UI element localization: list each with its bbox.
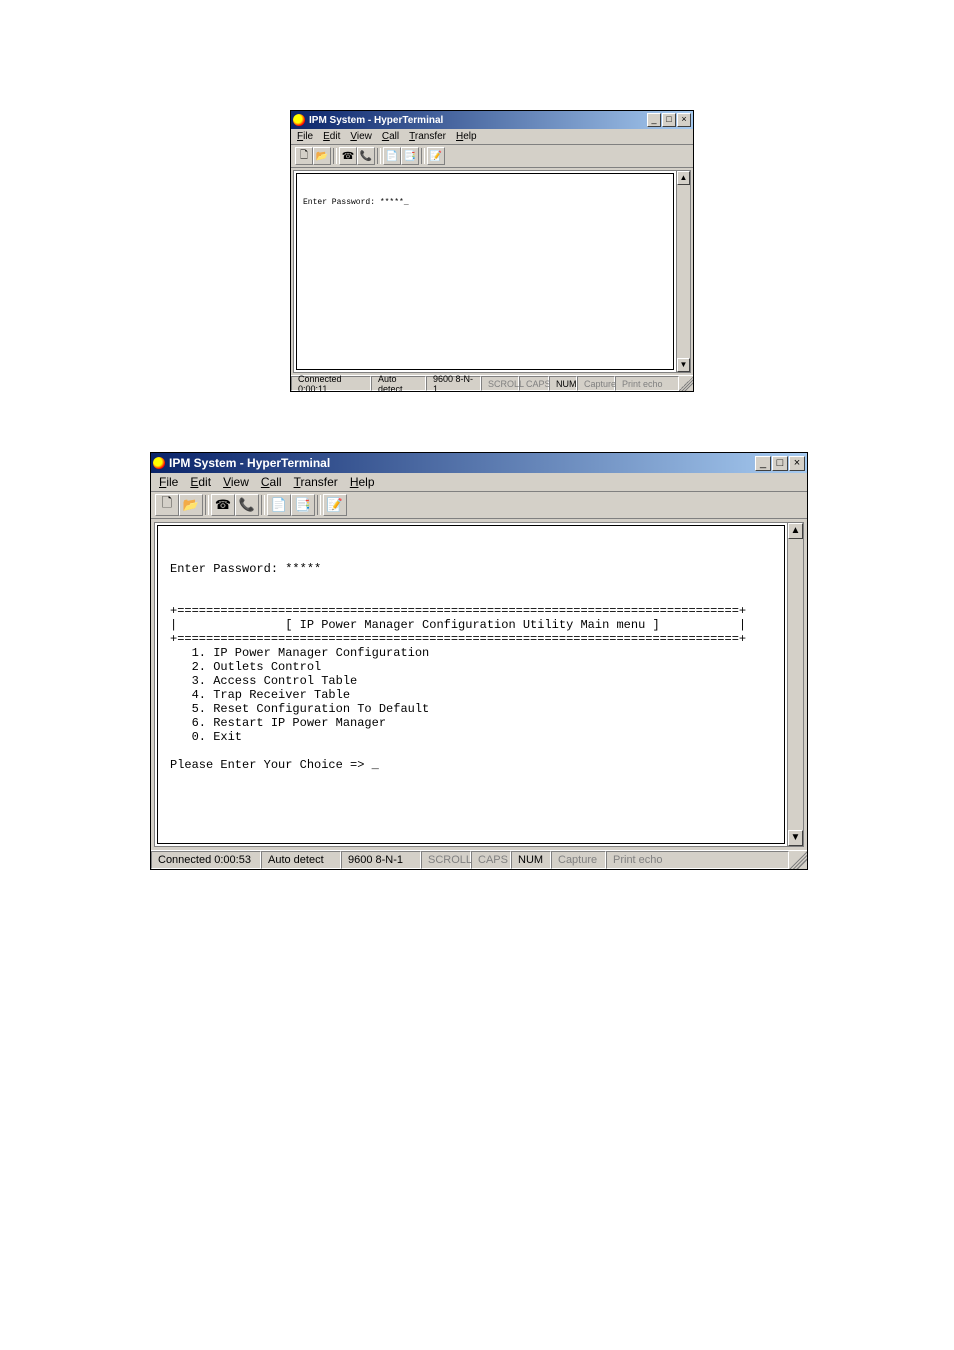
line: Enter Password: ***** <box>170 562 321 576</box>
line: +=======================================… <box>170 604 746 618</box>
status-echo: Print echo <box>615 376 679 391</box>
menu-transfer[interactable]: Transfer <box>409 131 446 142</box>
hyperterminal-window-large: IPM System - HyperTerminal _ □ × File Ed… <box>150 452 808 870</box>
open-icon[interactable]: 📂 <box>313 147 331 165</box>
status-echo: Print echo <box>606 851 789 869</box>
window-title: IPM System - HyperTerminal <box>309 115 443 126</box>
window-title: IPM System - HyperTerminal <box>169 456 330 470</box>
maximize-button[interactable]: □ <box>772 456 788 471</box>
status-num: NUM <box>511 851 551 869</box>
app-icon <box>293 114 305 126</box>
scroll-up-icon[interactable]: ▲ <box>677 171 690 185</box>
menu-help[interactable]: Help <box>350 475 375 489</box>
minimize-button[interactable]: _ <box>647 113 661 127</box>
resize-grip-icon[interactable] <box>789 851 807 869</box>
hangup-icon[interactable]: 📞 <box>235 494 259 516</box>
properties-icon[interactable]: 📝 <box>427 147 445 165</box>
status-detect: Auto detect <box>371 376 426 391</box>
terminal-output[interactable]: Enter Password: ***** +=================… <box>157 525 785 844</box>
vertical-scrollbar[interactable]: ▲ ▼ <box>787 523 803 846</box>
client-area: Enter Password: *****_ ▲ ▼ <box>293 170 691 373</box>
scroll-down-icon[interactable]: ▼ <box>677 358 690 372</box>
menu-call[interactable]: Call <box>382 131 399 142</box>
open-icon[interactable]: 📂 <box>179 494 203 516</box>
toolbar-separator <box>333 148 337 164</box>
status-caps: CAPS <box>471 851 511 869</box>
send-icon[interactable]: 📄 <box>383 147 401 165</box>
client-area: Enter Password: ***** +=================… <box>154 522 804 847</box>
scroll-up-icon[interactable]: ▲ <box>788 523 803 539</box>
hyperterminal-window-small: IPM System - HyperTerminal _ □ × File Ed… <box>290 110 694 392</box>
menu-call[interactable]: Call <box>261 475 282 489</box>
line: +=======================================… <box>170 632 746 646</box>
status-scroll: SCROLL <box>421 851 471 869</box>
status-connected: Connected 0:00:53 <box>151 851 261 869</box>
window-controls: _ □ × <box>754 456 805 471</box>
prompt: Please Enter Your Choice => _ <box>170 758 379 772</box>
line: | [ IP Power Manager Configuration Utili… <box>170 618 746 632</box>
status-connected: Connected 0:00:11 <box>291 376 371 391</box>
menubar: File Edit View Call Transfer Help <box>151 473 807 492</box>
status-detect: Auto detect <box>261 851 341 869</box>
menu-help[interactable]: Help <box>456 131 477 142</box>
menu-edit[interactable]: Edit <box>190 475 211 489</box>
app-icon <box>153 457 165 469</box>
new-icon[interactable]: 🗋 <box>155 494 179 516</box>
close-button[interactable]: × <box>677 113 691 127</box>
menu-option-5: 5. Reset Configuration To Default <box>170 702 429 716</box>
menu-option-1: 1. IP Power Manager Configuration <box>170 646 429 660</box>
toolbar-separator <box>205 495 209 515</box>
menu-option-0: 0. Exit <box>170 730 242 744</box>
send-icon[interactable]: 📄 <box>267 494 291 516</box>
resize-grip-icon[interactable] <box>679 376 693 391</box>
toolbar: 🗋 📂 ☎ 📞 📄 📑 📝 <box>151 492 807 519</box>
status-scroll: SCROLL <box>481 376 519 391</box>
terminal-output[interactable]: Enter Password: *****_ <box>296 173 674 370</box>
minimize-button[interactable]: _ <box>755 456 771 471</box>
scroll-down-icon[interactable]: ▼ <box>788 830 803 846</box>
menu-transfer[interactable]: Transfer <box>294 475 338 489</box>
maximize-button[interactable]: □ <box>662 113 676 127</box>
toolbar-separator <box>421 148 425 164</box>
menu-view[interactable]: View <box>350 131 372 142</box>
receive-icon[interactable]: 📑 <box>291 494 315 516</box>
close-button[interactable]: × <box>789 456 805 471</box>
toolbar: 🗋 📂 ☎ 📞 📄 📑 📝 <box>291 145 693 168</box>
toolbar-separator <box>317 495 321 515</box>
menu-edit[interactable]: Edit <box>323 131 340 142</box>
receive-icon[interactable]: 📑 <box>401 147 419 165</box>
toolbar-separator <box>377 148 381 164</box>
statusbar: Connected 0:00:53 Auto detect 9600 8-N-1… <box>151 850 807 869</box>
menubar: File Edit View Call Transfer Help <box>291 129 693 145</box>
call-icon[interactable]: ☎ <box>211 494 235 516</box>
menu-option-6: 6. Restart IP Power Manager <box>170 716 386 730</box>
call-icon[interactable]: ☎ <box>339 147 357 165</box>
vertical-scrollbar[interactable]: ▲ ▼ <box>676 171 690 372</box>
properties-icon[interactable]: 📝 <box>323 494 347 516</box>
window-controls: _ □ × <box>646 113 691 127</box>
status-capture: Capture <box>577 376 615 391</box>
menu-file[interactable]: File <box>297 131 313 142</box>
status-baud: 9600 8-N-1 <box>341 851 421 869</box>
menu-view[interactable]: View <box>223 475 249 489</box>
status-baud: 9600 8-N-1 <box>426 376 481 391</box>
titlebar[interactable]: IPM System - HyperTerminal _ □ × <box>151 453 807 473</box>
menu-option-3: 3. Access Control Table <box>170 674 357 688</box>
status-capture: Capture <box>551 851 606 869</box>
hangup-icon[interactable]: 📞 <box>357 147 375 165</box>
new-icon[interactable]: 🗋 <box>295 147 313 165</box>
menu-option-4: 4. Trap Receiver Table <box>170 688 350 702</box>
status-num: NUM <box>549 376 577 391</box>
menu-file[interactable]: File <box>159 475 178 489</box>
menu-option-2: 2. Outlets Control <box>170 660 321 674</box>
status-caps: CAPS <box>519 376 549 391</box>
titlebar[interactable]: IPM System - HyperTerminal _ □ × <box>291 111 693 129</box>
statusbar: Connected 0:00:11 Auto detect 9600 8-N-1… <box>291 375 693 391</box>
toolbar-separator <box>261 495 265 515</box>
